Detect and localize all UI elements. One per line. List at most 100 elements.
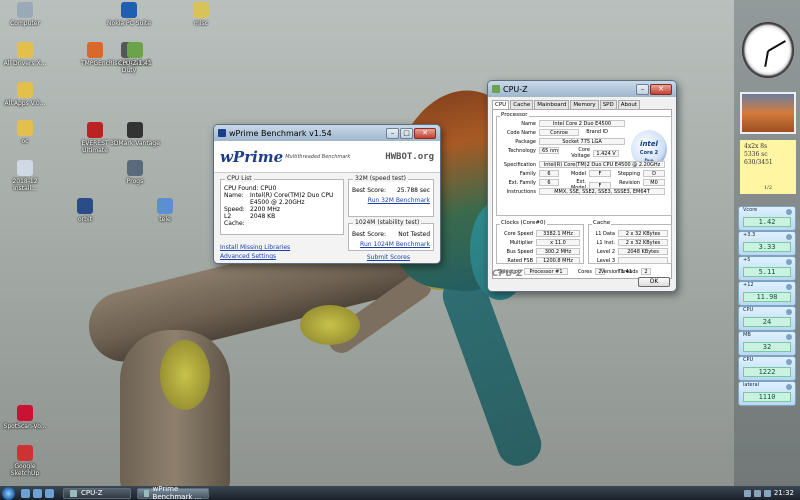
note-pager[interactable]: 1/2 xyxy=(740,184,796,192)
desktop-icon-computer[interactable]: Computer xyxy=(0,2,50,27)
tab-about[interactable]: About xyxy=(617,100,640,109)
tab-memory[interactable]: Memory xyxy=(570,100,599,109)
maximize-button[interactable]: □ xyxy=(400,127,413,139)
sensor-value: 5.11 xyxy=(743,267,791,277)
run-1024m-link[interactable]: Run 1024M Benchmark xyxy=(352,241,430,248)
ok-button[interactable]: OK xyxy=(638,277,670,287)
sensor-gadget-7[interactable]: lateral 1110 xyxy=(738,381,796,406)
desktop-icon-label: Computer xyxy=(10,20,40,27)
close-button[interactable]: ✕ xyxy=(414,127,436,139)
cpuz-value: 2048 KBytes xyxy=(618,248,668,255)
sensor-settings-icon[interactable] xyxy=(786,259,792,265)
cpuz-label: Core Voltage xyxy=(571,147,590,159)
cpuz-minimize-button[interactable]: – xyxy=(636,83,649,95)
task-label: wPrime Benchmark ... xyxy=(152,485,202,500)
run-32m-link[interactable]: Run 32M Benchmark xyxy=(352,197,430,204)
cpuz-close-button[interactable]: ✕ xyxy=(650,83,672,95)
sensor-settings-icon[interactable] xyxy=(786,384,792,390)
desktop-icon-google[interactable]: Google SketchUp xyxy=(0,445,50,477)
sensor-settings-icon[interactable] xyxy=(786,234,792,240)
taskbar-button[interactable]: wPrime Benchmark ... xyxy=(137,485,209,500)
cpuz-label: Model xyxy=(570,170,586,177)
computer-icon xyxy=(17,2,33,18)
nokia-icon xyxy=(121,2,137,18)
tray-network-icon[interactable] xyxy=(743,489,751,497)
sensor-gadget-5[interactable]: MB 32 xyxy=(738,331,796,356)
everest2-icon xyxy=(87,122,103,138)
tray-power-icon[interactable] xyxy=(763,489,771,497)
tray-volume-icon[interactable] xyxy=(753,489,761,497)
cpuz-version: Version 1.41 xyxy=(600,269,632,275)
desktop-icon-folder2[interactable]: All.Apps V.0... xyxy=(0,82,50,107)
slideshow-gadget[interactable] xyxy=(740,92,796,134)
notes-gadget[interactable]: 4x2x 8s 5336 sc 630/3451 1/2 xyxy=(740,140,796,194)
taskbar-button[interactable]: CPU-Z xyxy=(63,487,131,499)
sensor-settings-icon[interactable] xyxy=(786,309,792,315)
submit-scores-link[interactable]: Submit Scores xyxy=(367,254,410,261)
cpu-info-row: Name: Intel(R) Core(TM)2 Duo CPU xyxy=(224,192,340,199)
advanced-settings-link[interactable]: Advanced Settings xyxy=(220,252,290,261)
wprime-titlebar[interactable]: wPrime Benchmark v1.54 – □ ✕ xyxy=(214,125,440,141)
start-button[interactable] xyxy=(2,486,15,500)
minimize-button[interactable]: – xyxy=(386,127,399,139)
taskbar-clock[interactable]: 21:32 xyxy=(774,489,794,497)
desktop-icon-tele[interactable]: tele xyxy=(140,198,190,223)
desktop-icon-install[interactable]: 2018-12 Install... xyxy=(0,160,50,192)
show-desktop-icon[interactable] xyxy=(21,488,30,498)
cpuz-value: M0 xyxy=(643,179,665,186)
desktop-icon-orbit[interactable]: orbit xyxy=(60,198,110,223)
wprime-app-icon xyxy=(218,129,226,137)
sensor-value: 1.42 xyxy=(743,217,791,227)
processor-title: Processor xyxy=(500,112,529,118)
sensor-settings-icon[interactable] xyxy=(786,209,792,215)
switch-windows-icon[interactable] xyxy=(45,488,54,498)
cpuz-value: 1.424 V xyxy=(593,149,619,157)
sensor-gadget-0[interactable]: Vcore 1.42 xyxy=(738,206,796,231)
sensor-gadget-1[interactable]: +3.3 3.33 xyxy=(738,231,796,256)
cpuz-field-corespeed: Core Speed 3382.1 MHz xyxy=(498,230,580,237)
desktop-icon-nokia[interactable]: Nokia PC Suite xyxy=(104,2,154,27)
sensor-settings-icon[interactable] xyxy=(786,359,792,365)
sensor-gadget-3[interactable]: +12 11.98 xyxy=(738,281,796,306)
tele-icon xyxy=(157,198,173,214)
desktop-icon-label: tele xyxy=(159,216,171,223)
cpuz-label: Stepping xyxy=(617,170,640,177)
sensor-settings-icon[interactable] xyxy=(786,334,792,340)
sensor-value: 32 xyxy=(743,342,791,352)
cpu-info-key: Speed: xyxy=(224,206,245,213)
tab-spd[interactable]: SPD xyxy=(599,100,617,109)
cpuz-titlebar[interactable]: CPU-Z – ✕ xyxy=(488,81,676,97)
windows-sidebar: 4x2x 8s 5336 sc 630/3451 1/2 Vcore 1.42 +3.3… xyxy=(734,0,800,486)
cpuz-logo: CPU-Z xyxy=(492,269,523,279)
desktop-icon-misc[interactable]: misc xyxy=(176,2,226,27)
sensor-value: 24 xyxy=(743,317,791,327)
ie-icon[interactable] xyxy=(33,488,42,498)
cpuz-value: 6 xyxy=(539,170,559,177)
sensor-gadget-2[interactable]: +5 5.11 xyxy=(738,256,796,281)
clocks-title: Clocks (Core#0) xyxy=(500,220,547,226)
cpuz-field-l1d: L1 Data 2 x 32 KBytes xyxy=(590,230,668,237)
cpuz-icon xyxy=(127,42,143,58)
tab-cpu[interactable]: CPU xyxy=(492,100,510,109)
cpuz-app-icon xyxy=(492,85,500,93)
sensor-settings-icon[interactable] xyxy=(786,284,792,290)
install-libraries-link[interactable]: Install Missing Libraries xyxy=(220,243,290,252)
desktop-icon-label: orbit xyxy=(78,216,92,223)
cpu-info-row: E4500 @ 2.20GHz xyxy=(224,199,340,206)
desktop-icon-folder1[interactable]: All Drivers X... xyxy=(0,42,50,67)
desktop-icon-prog[interactable]: Progs xyxy=(110,160,160,185)
cache-title: Cache xyxy=(592,220,612,226)
desktop-icon-folder3[interactable]: oc xyxy=(0,120,50,145)
sensor-gadget-6[interactable]: CPU 1222 xyxy=(738,356,796,381)
intel-brand: intel xyxy=(640,140,658,148)
tab-mainboard[interactable]: Mainboard xyxy=(534,100,570,109)
desktop-icon-lapt[interactable]: 3DMark Vantage xyxy=(110,122,160,147)
desktop-icon-label: CPU-Z 1.41 xyxy=(118,60,152,67)
tab-cache[interactable]: Cache xyxy=(510,100,534,109)
desktop-icon-cpuz[interactable]: CPU-Z 1.41 xyxy=(110,42,160,67)
wprime-window: wPrime Benchmark v1.54 – □ ✕ wPrime Mult… xyxy=(213,124,441,264)
cpuz-value: 65 nm xyxy=(539,147,559,154)
hwbot-logo[interactable]: HWBOT.org xyxy=(385,152,434,162)
desktop-icon-spotted[interactable]: SpotScan-Vo... xyxy=(0,405,50,430)
sensor-gadget-4[interactable]: CPU 24 xyxy=(738,306,796,331)
